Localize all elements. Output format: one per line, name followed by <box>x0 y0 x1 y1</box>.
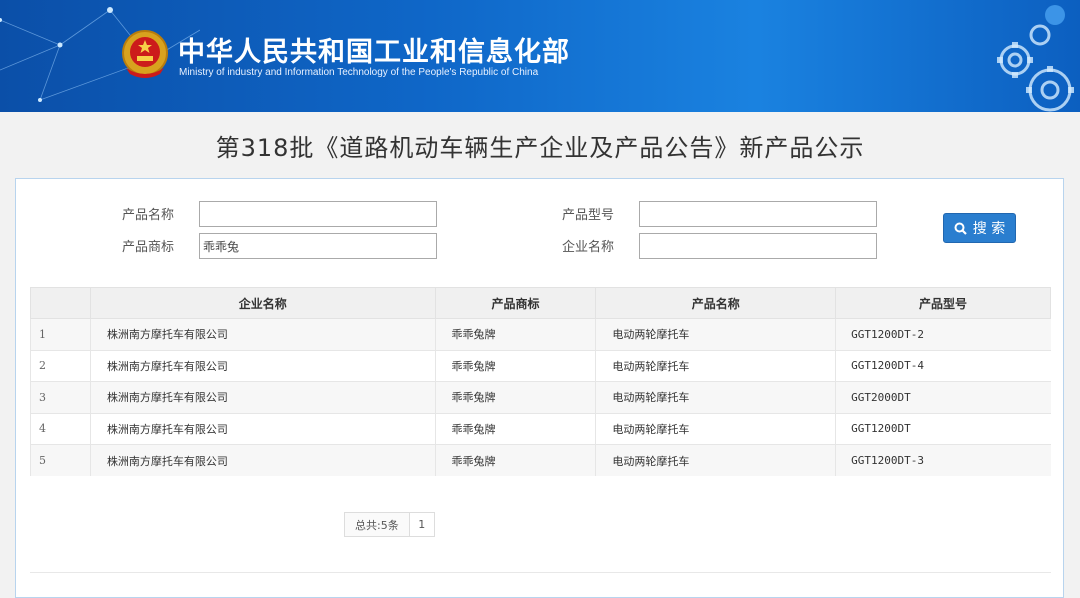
row-model: GGT1200DT-2 <box>835 318 1051 350</box>
row-product-name: 电动两轮摩托车 <box>595 349 836 382</box>
row-brand: 乖乖兔牌 <box>434 318 596 350</box>
ministry-title-cn: 中华人民共和国工业和信息化部 <box>178 37 570 68</box>
col-name-header: 产品名称 <box>595 287 837 319</box>
row-brand: 乖乖兔牌 <box>434 349 596 382</box>
search-button[interactable]: 搜 索 <box>943 213 1016 243</box>
product-name-input[interactable] <box>199 201 437 227</box>
product-model-label: 产品型号 <box>562 208 615 223</box>
row-product-name: 电动两轮摩托车 <box>595 444 836 476</box>
row-model: GGT1200DT-3 <box>835 444 1051 476</box>
network-decoration-icon <box>0 7 200 102</box>
row-company: 株洲南方摩托车有限公司 <box>89 349 436 382</box>
national-emblem-icon <box>122 30 168 78</box>
row-index: 3 <box>30 381 91 413</box>
row-brand: 乖乖兔牌 <box>434 412 596 445</box>
col-company-header: 企业名称 <box>89 287 436 319</box>
table-header-row: 企业名称 产品商标 产品名称 产品型号 <box>30 287 1051 319</box>
table-row[interactable]: 3 株洲南方摩托车有限公司 乖乖兔牌 电动两轮摩托车 GGT2000DT <box>30 381 1051 413</box>
company-label: 企业名称 <box>562 240 615 255</box>
row-product-name: 电动两轮摩托车 <box>595 318 836 350</box>
results-table: 企业名称 产品商标 产品名称 产品型号 1 株洲南方摩托车有限公司 乖乖兔牌 电… <box>30 287 1051 476</box>
col-brand-header: 产品商标 <box>434 287 597 319</box>
table-row[interactable]: 2 株洲南方摩托车有限公司 乖乖兔牌 电动两轮摩托车 GGT1200DT-4 <box>30 349 1051 382</box>
search-button-label: 搜 索 <box>972 221 1006 237</box>
row-model: GGT1200DT-4 <box>835 349 1051 382</box>
row-index: 5 <box>30 444 91 476</box>
row-product-name: 电动两轮摩托车 <box>595 381 836 413</box>
col-index-header <box>30 287 91 319</box>
row-index: 2 <box>30 349 91 382</box>
divider <box>30 572 1051 573</box>
brand-input[interactable] <box>199 233 437 259</box>
row-index: 4 <box>30 412 91 445</box>
row-company: 株洲南方摩托车有限公司 <box>89 412 436 445</box>
row-model: GGT2000DT <box>835 381 1051 413</box>
row-company: 株洲南方摩托车有限公司 <box>89 381 436 413</box>
row-brand: 乖乖兔牌 <box>434 444 596 476</box>
col-model-header: 产品型号 <box>835 287 1051 319</box>
row-brand: 乖乖兔牌 <box>434 381 596 413</box>
pagination-total: 总共:5条 <box>345 513 410 536</box>
row-index: 1 <box>30 318 91 350</box>
brand-label: 产品商标 <box>122 240 175 255</box>
table-row[interactable]: 5 株洲南方摩托车有限公司 乖乖兔牌 电动两轮摩托车 GGT1200DT-3 <box>30 444 1051 476</box>
row-company: 株洲南方摩托车有限公司 <box>89 318 436 350</box>
gears-icon <box>997 5 1074 112</box>
row-company: 株洲南方摩托车有限公司 <box>89 444 436 476</box>
ministry-title-en: Ministry of industry and Information Tec… <box>179 67 539 78</box>
product-name-label: 产品名称 <box>122 208 175 223</box>
pagination-page-1[interactable]: 1 <box>410 513 434 536</box>
pagination: 总共:5条 1 <box>344 512 435 537</box>
row-product-name: 电动两轮摩托车 <box>595 412 836 445</box>
page-title: 第318批《道路机动车辆生产企业及产品公告》新产品公示 <box>215 134 865 162</box>
site-header: 中华人民共和国工业和信息化部 Ministry of industry and … <box>0 0 1080 112</box>
company-input[interactable] <box>639 233 877 259</box>
search-icon <box>954 222 967 235</box>
search-results-panel: 产品名称 产品型号 产品商标 企业名称 搜 索 企业名称 产品商标 产品名称 产… <box>15 178 1064 598</box>
row-model: GGT1200DT <box>835 412 1051 445</box>
table-row[interactable]: 1 株洲南方摩托车有限公司 乖乖兔牌 电动两轮摩托车 GGT1200DT-2 <box>30 318 1051 350</box>
product-model-input[interactable] <box>639 201 877 227</box>
table-row[interactable]: 4 株洲南方摩托车有限公司 乖乖兔牌 电动两轮摩托车 GGT1200DT <box>30 412 1051 445</box>
